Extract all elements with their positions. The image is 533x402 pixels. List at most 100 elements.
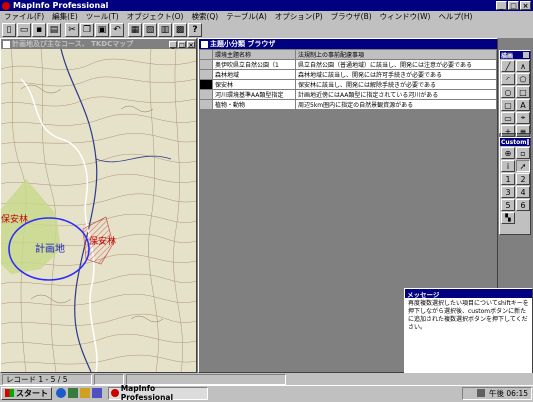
table-cell[interactable]: 周辺5km圏内に指定の自然景観資源がある [295,99,497,110]
minimize-button[interactable]: _ [496,1,507,10]
status-panel-3 [126,373,286,385]
custom-close-button[interactable] [526,139,529,145]
menu-edit[interactable]: 編集(E) [48,11,82,23]
open-icon[interactable]: ▭ [17,23,31,37]
browser-header-row: 環境主題名称 法規制上の事前配慮事項 [199,49,497,60]
paste-icon[interactable]: ▣ [95,23,109,37]
custom-button-4[interactable]: 4 [516,186,530,198]
custom-button-5[interactable]: 5 [501,199,515,211]
copy-icon[interactable]: ❐ [80,23,94,37]
close-button[interactable]: × [520,1,531,10]
multi-select-icon[interactable]: ▚ [501,212,515,224]
row-selector[interactable] [199,99,213,110]
rectangle-icon[interactable]: □ [516,86,530,98]
table-cell[interactable]: 河川環境基準AA類型指定 [212,89,296,100]
map-label-forest-right: 保安林 [89,235,116,247]
quicklaunch-desktop-icon[interactable] [68,388,78,398]
map-window-icon [3,40,10,48]
map-window-title-bar[interactable]: 計画地及び主なコース、 TKDCマップ _ □ × [1,39,196,49]
table-cell[interactable]: 森林地域 [212,69,296,80]
map-label-plan: 計画地 [35,242,65,255]
row-selector[interactable] [199,69,213,80]
menu-table[interactable]: テーブル(A) [222,11,271,23]
table-cell[interactable]: 計画地近傍にはAA類型に指定されている河川がある [295,89,497,100]
table-row[interactable]: 保安林 保安林に該当し、開発には解除手続きが必要である [199,79,497,90]
select-icon[interactable]: ▫ [516,147,530,159]
reshape-icon[interactable]: ⌖ [516,112,530,124]
new-layout-icon[interactable]: ▩ [173,23,187,37]
polygon-icon[interactable]: ⬠ [516,73,530,85]
table-row[interactable]: 奥伊吹県立自然公園（1 県立自然公園（普通地域）に該当し、開発には注意が必要であ… [199,59,497,70]
new-icon[interactable]: ▯ [2,23,16,37]
table-cell[interactable]: 保安林 [212,79,296,90]
custom-palette-title-bar[interactable]: Custom [500,138,530,146]
arc-icon[interactable]: ◜ [501,73,515,85]
status-record: レコード 1 - 5 / 5 [2,373,92,385]
column-header[interactable]: 環境主題名称 [212,49,296,60]
text-icon[interactable]: A [516,99,530,111]
new-mapper-icon[interactable]: ▧ [143,23,157,37]
custom-button-2[interactable]: 2 [516,173,530,185]
arrow-pointer-icon[interactable]: ➚ [516,160,530,172]
table-cell[interactable]: 県立自然公園（普通地域）に該当し、開発には注意が必要である [295,59,497,70]
map-close-button[interactable]: × [187,40,195,49]
menu-objects[interactable]: オブジェクト(O) [123,11,188,23]
line-style-icon[interactable]: ≡ [516,125,530,137]
menu-file[interactable]: ファイル(F) [0,11,48,23]
print-icon[interactable]: ▤ [47,23,61,37]
row-selector[interactable] [199,59,213,70]
message-window-title-bar[interactable]: メッセージ [405,289,532,299]
map-maximize-button[interactable]: □ [178,40,186,49]
menu-tools[interactable]: ツール(T) [82,11,123,23]
tray-icon[interactable] [477,389,485,397]
palette-close-button[interactable] [523,52,529,58]
roundrect-icon[interactable]: ▢ [501,99,515,111]
quicklaunch-ie-icon[interactable] [56,388,66,398]
taskbar-mapinfo-button[interactable]: MapInfo Professional [108,384,208,402]
mapinfo-task-icon [111,389,119,397]
maximize-button[interactable]: □ [508,1,519,10]
menu-options[interactable]: オプション(P) [271,11,327,23]
zoom-icon[interactable]: ⊕ [501,147,515,159]
quicklaunch-outlook-icon[interactable] [80,388,90,398]
clock: 午後 06:15 [489,388,528,398]
menu-query[interactable]: 検索(Q) [187,11,222,23]
custom-button-1[interactable]: 1 [501,173,515,185]
custom-button-3[interactable]: 3 [501,186,515,198]
row-selector-selected[interactable] [199,79,213,90]
browser-window-title-bar[interactable]: 主題小分類 ブラウザ [199,39,497,49]
menu-window[interactable]: ウィンドウ(W) [376,11,435,23]
windows-logo-icon [5,389,14,397]
table-row[interactable]: 植物・動物 周辺5km圏内に指定の自然景観資源がある [199,99,497,110]
help-icon[interactable]: ? [188,23,202,37]
drawing-palette-title-bar[interactable]: 描画 [500,51,530,60]
table-cell[interactable]: 森林地域に該当し、開発には許可手続きが必要である [295,69,497,80]
line-icon[interactable]: ╱ [501,60,515,72]
table-cell[interactable]: 植物・動物 [212,99,296,110]
ellipse-icon[interactable]: ○ [501,86,515,98]
map-label-forest-left: 保安林 [1,213,28,225]
row-selector[interactable] [199,89,213,100]
start-button[interactable]: スタート [1,386,52,400]
table-cell[interactable]: 保安林に該当し、開発には解除手続きが必要である [295,79,497,90]
save-icon[interactable]: ▪ [32,23,46,37]
map-minimize-button[interactable]: _ [169,40,177,49]
table-row[interactable]: 河川環境基準AA類型指定 計画地近傍にはAA類型に指定されている河川がある [199,89,497,100]
table-row[interactable]: 森林地域 森林地域に該当し、開発には許可手続きが必要である [199,69,497,80]
custom-palette-grid: ⊕ ▫ i ➚ 1 2 3 4 5 6 ▚ [500,146,530,225]
new-browser-icon[interactable]: ▦ [128,23,142,37]
info-icon[interactable]: i [501,160,515,172]
menu-help[interactable]: ヘルプ(H) [434,11,476,23]
new-graph-icon[interactable]: ▥ [158,23,172,37]
column-header[interactable]: 法規制上の事前配慮事項 [295,49,497,60]
custom-button-6[interactable]: 6 [516,199,530,211]
frame-icon[interactable]: ▭ [501,112,515,124]
node-icon[interactable]: + [501,125,515,137]
map-canvas[interactable]: 計画地 保安林 保安林 [1,49,196,372]
polyline-icon[interactable]: ∧ [516,60,530,72]
quicklaunch-channel-icon[interactable] [92,388,102,398]
table-cell[interactable]: 奥伊吹県立自然公園（1 [212,59,296,70]
cut-icon[interactable]: ✂ [65,23,79,37]
menu-browse[interactable]: ブラウザ(B) [327,11,376,23]
undo-icon[interactable]: ↶ [110,23,124,37]
